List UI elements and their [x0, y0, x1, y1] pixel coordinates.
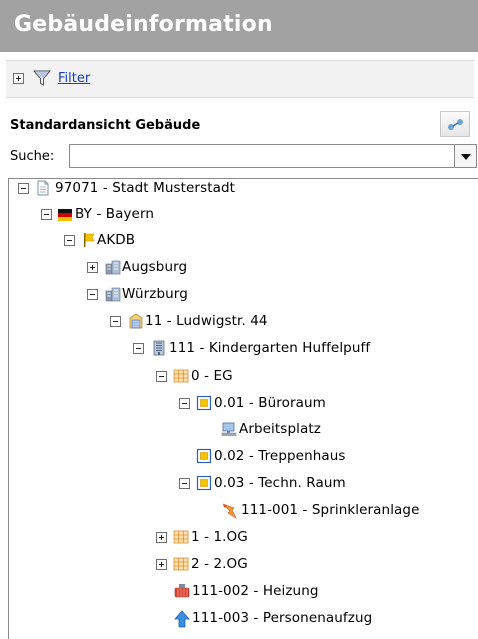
collapse-icon[interactable]	[87, 289, 98, 300]
search-dropdown-button[interactable]	[455, 144, 477, 168]
search-input[interactable]	[69, 144, 455, 168]
tree-label: 2 - 2.OG	[191, 556, 248, 572]
workstation-icon	[221, 422, 237, 436]
filter-expand-icon[interactable]	[13, 73, 24, 84]
elevator-arrow-icon	[174, 610, 190, 628]
property-icon	[129, 313, 143, 329]
tree-label: BY - Bayern	[75, 206, 155, 222]
tree-label: 111-002 - Heizung	[192, 583, 319, 599]
collapse-icon[interactable]	[156, 371, 167, 382]
collapse-icon[interactable]	[41, 209, 52, 220]
tree-label: 11 - Ludwigstr. 44	[145, 313, 268, 329]
collapse-icon[interactable]	[133, 343, 144, 354]
floor-grid-icon	[173, 557, 189, 571]
room-icon	[196, 448, 212, 464]
search-label: Suche:	[10, 149, 55, 164]
expand-icon[interactable]	[156, 532, 167, 543]
page-title: Gebäudeinformation	[14, 12, 273, 37]
collapse-icon[interactable]	[110, 316, 121, 327]
document-icon	[37, 180, 49, 196]
layers-icon	[448, 119, 463, 130]
collapse-icon[interactable]	[179, 398, 190, 409]
tree-label: 111 - Kindergarten Huffelpuff	[169, 340, 371, 356]
room-icon	[196, 395, 212, 411]
tree-label: AKDB	[97, 232, 136, 248]
collapse-icon[interactable]	[179, 478, 190, 489]
tree-label: 0.01 - Büroraum	[214, 395, 326, 411]
tree-label: 0.03 - Techn. Raum	[214, 475, 346, 491]
flag-yellow-icon	[84, 233, 95, 247]
floor-grid-icon	[173, 369, 189, 383]
filter-bar: Filter	[6, 60, 474, 98]
tree-label: 97071 - Stadt Musterstadt	[55, 180, 236, 196]
expand-icon[interactable]	[87, 262, 98, 273]
building-tree: 97071 - Stadt Musterstadt BY - Bayern AK…	[8, 178, 478, 639]
collapse-icon[interactable]	[18, 183, 29, 194]
sprinkler-icon	[222, 503, 237, 519]
heating-icon	[174, 584, 190, 598]
flag-germany-icon	[58, 209, 72, 221]
tree-label: Würzburg	[122, 286, 188, 302]
expand-icon[interactable]	[156, 559, 167, 570]
header-bar: Gebäudeinformation	[0, 0, 478, 52]
tree-label: 0.02 - Treppenhaus	[214, 448, 346, 464]
funnel-icon	[33, 70, 51, 86]
layers-button[interactable]	[440, 111, 470, 137]
floor-grid-icon	[173, 530, 189, 544]
collapse-icon[interactable]	[64, 235, 75, 246]
tree-label: 111-001 - Sprinkleranlage	[241, 502, 420, 518]
tree-label: 0 - EG	[191, 368, 233, 384]
city-icon	[105, 287, 121, 302]
building-icon	[153, 340, 165, 356]
tree-label: Arbeitsplatz	[239, 421, 321, 437]
room-icon	[196, 475, 212, 491]
view-title: Standardansicht Gebäude	[10, 118, 201, 133]
tree-label: 111-003 - Personenaufzug	[192, 610, 373, 626]
city-icon	[105, 260, 121, 275]
tree-label: Augsburg	[122, 259, 188, 275]
tree-label: 1 - 1.OG	[191, 529, 248, 545]
filter-link[interactable]: Filter	[58, 71, 90, 86]
